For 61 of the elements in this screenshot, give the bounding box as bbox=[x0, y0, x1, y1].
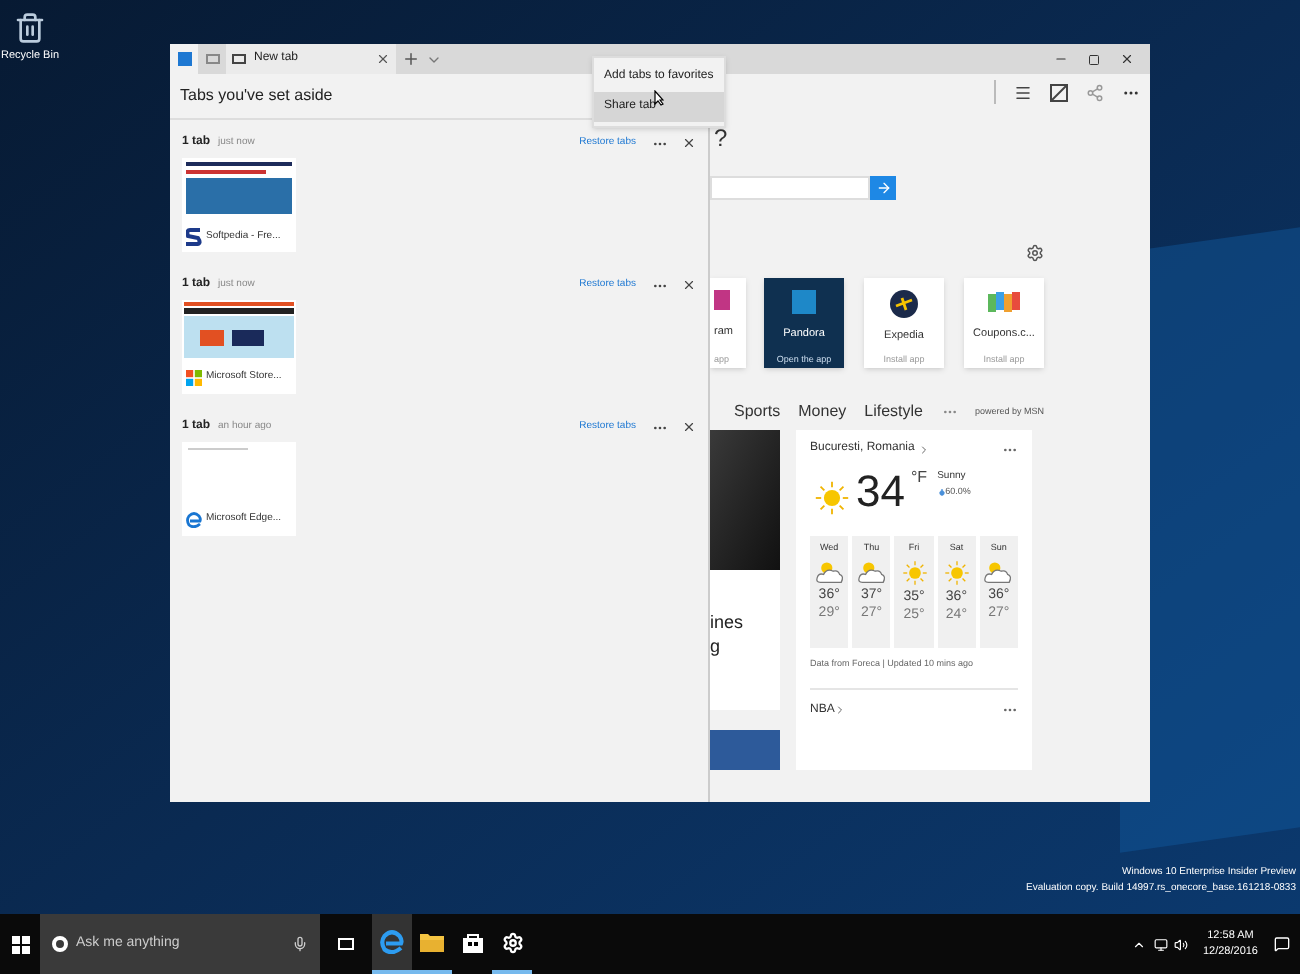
page-icon bbox=[232, 54, 246, 64]
set-aside-icon bbox=[205, 54, 219, 64]
tabs-aside-icon bbox=[177, 52, 191, 66]
windows-logo-icon bbox=[186, 370, 202, 386]
cortana-icon bbox=[52, 936, 68, 952]
close-icon[interactable] bbox=[376, 52, 390, 66]
droplet-icon bbox=[937, 487, 946, 496]
news-category[interactable]: Sports bbox=[734, 400, 781, 424]
settings-icon[interactable] bbox=[1026, 244, 1044, 262]
partly-cloudy-icon bbox=[982, 559, 1015, 584]
microphone-icon bbox=[292, 936, 308, 952]
chevron-right-icon bbox=[834, 704, 847, 717]
close-icon[interactable] bbox=[682, 136, 696, 150]
share-icon[interactable] bbox=[1086, 83, 1104, 101]
sun-icon bbox=[901, 559, 927, 586]
news-category[interactable]: Money bbox=[798, 400, 847, 424]
hub-icon[interactable] bbox=[1014, 83, 1032, 101]
partly-cloudy-icon bbox=[855, 559, 888, 584]
sun-icon bbox=[814, 480, 850, 516]
task-view-icon bbox=[338, 938, 354, 950]
tags-icon bbox=[988, 290, 1020, 314]
settings-icon bbox=[501, 931, 523, 953]
new-tab-icon[interactable] bbox=[402, 50, 420, 68]
logo-icon bbox=[186, 228, 202, 246]
page-heading: ? bbox=[714, 126, 730, 150]
close-icon[interactable] bbox=[682, 420, 696, 434]
sun-icon bbox=[943, 559, 970, 586]
volume-icon[interactable] bbox=[1174, 937, 1189, 951]
shopping-bag-icon bbox=[461, 931, 483, 953]
app-icon bbox=[792, 290, 816, 314]
news-category[interactable]: Lifestyle bbox=[864, 400, 923, 424]
chevron-up-icon[interactable] bbox=[1132, 937, 1147, 951]
chevron-right-icon bbox=[918, 443, 931, 455]
arrow-icon bbox=[875, 180, 891, 196]
page-preview bbox=[182, 158, 296, 218]
partly-cloudy-icon bbox=[813, 559, 846, 584]
photo-placeholder bbox=[710, 730, 780, 770]
plane-icon bbox=[890, 290, 918, 318]
temperature: 34 bbox=[856, 470, 905, 514]
mouse-cursor-icon bbox=[654, 90, 664, 106]
edge-logo-icon bbox=[186, 512, 202, 528]
tabs-aside-button[interactable] bbox=[170, 44, 198, 74]
temperature-unit: °F bbox=[910, 470, 928, 486]
photo-placeholder bbox=[710, 430, 780, 570]
app-icon bbox=[714, 290, 730, 310]
close-icon[interactable] bbox=[682, 278, 696, 292]
network-icon[interactable] bbox=[1154, 937, 1169, 951]
edge-logo-icon bbox=[380, 930, 404, 954]
recycle-bin-icon bbox=[14, 12, 46, 44]
pen-square-icon[interactable] bbox=[1050, 83, 1068, 101]
search-button[interactable] bbox=[870, 176, 896, 200]
close-icon[interactable] bbox=[1120, 52, 1134, 66]
notifications-icon[interactable] bbox=[1274, 936, 1290, 952]
windows-logo-icon bbox=[11, 935, 29, 953]
folder-icon bbox=[420, 932, 444, 952]
taskbar-app[interactable] bbox=[372, 914, 412, 974]
page-preview bbox=[182, 300, 296, 360]
maximize-icon[interactable] bbox=[1088, 53, 1100, 65]
news-headline: ines g bbox=[710, 610, 746, 658]
minimize-icon[interactable] bbox=[1054, 52, 1068, 66]
search-field[interactable] bbox=[710, 176, 870, 200]
